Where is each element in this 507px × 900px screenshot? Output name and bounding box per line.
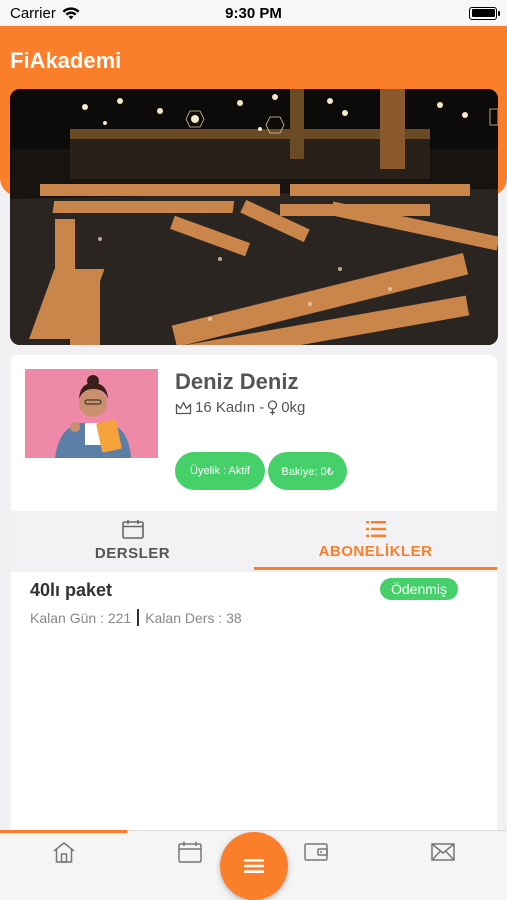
tab-subscriptions-label: ABONELİKLER — [318, 543, 433, 560]
hero-image — [10, 89, 498, 345]
crown-icon — [175, 401, 192, 414]
balance-badge: Bakiye: 0₺ — [268, 452, 347, 490]
profile-weight: 0kg — [281, 399, 306, 416]
profile-name: Deniz Deniz — [175, 369, 299, 394]
home-icon[interactable] — [52, 841, 76, 863]
wifi-icon — [62, 6, 80, 19]
avatar[interactable] — [25, 369, 158, 458]
calendar-icon — [121, 520, 144, 539]
calendar-icon[interactable] — [178, 841, 202, 863]
subscription-info: Kalan Gün : 221 Kalan Ders : 38 — [30, 609, 242, 626]
profile-card: Deniz Deniz 16 Kadın - 0kg Üyelik : Akti… — [11, 355, 497, 511]
payment-status-badge: Ödenmiş — [380, 578, 458, 600]
membership-badge: Üyelik : Aktif — [175, 452, 265, 490]
tab-lessons[interactable]: DERSLER — [11, 511, 254, 570]
menu-button[interactable] — [220, 832, 288, 900]
tab-lessons-label: DERSLER — [94, 545, 171, 562]
active-indicator — [0, 830, 127, 833]
battery-icon — [469, 6, 500, 20]
subscription-list: 40lı paket Ödenmiş Kalan Gün : 221 Kalan… — [11, 572, 497, 830]
list-icon — [365, 521, 386, 537]
tab-subscriptions[interactable]: ABONELİKLER — [254, 511, 497, 570]
status-left: Carrier — [10, 5, 80, 22]
wallet-icon[interactable] — [304, 841, 328, 863]
menu-icon — [244, 859, 264, 873]
status-bar: Carrier 9:30 PM — [0, 0, 507, 26]
app-title: FiAkademi — [10, 48, 122, 73]
profile-tabs: DERSLER ABONELİKLER — [11, 511, 497, 570]
profile-age-gender: 16 Kadın - — [195, 399, 265, 416]
mail-icon[interactable] — [431, 841, 455, 863]
profile-meta: 16 Kadın - 0kg — [175, 399, 305, 416]
divider — [137, 609, 140, 626]
weight-icon — [268, 399, 278, 415]
carrier-label: Carrier — [10, 4, 56, 22]
subscription-title: 40lı paket — [30, 580, 113, 600]
remaining-days: Kalan Gün : 221 — [30, 609, 132, 626]
remaining-lessons: Kalan Ders : 38 — [145, 609, 242, 626]
